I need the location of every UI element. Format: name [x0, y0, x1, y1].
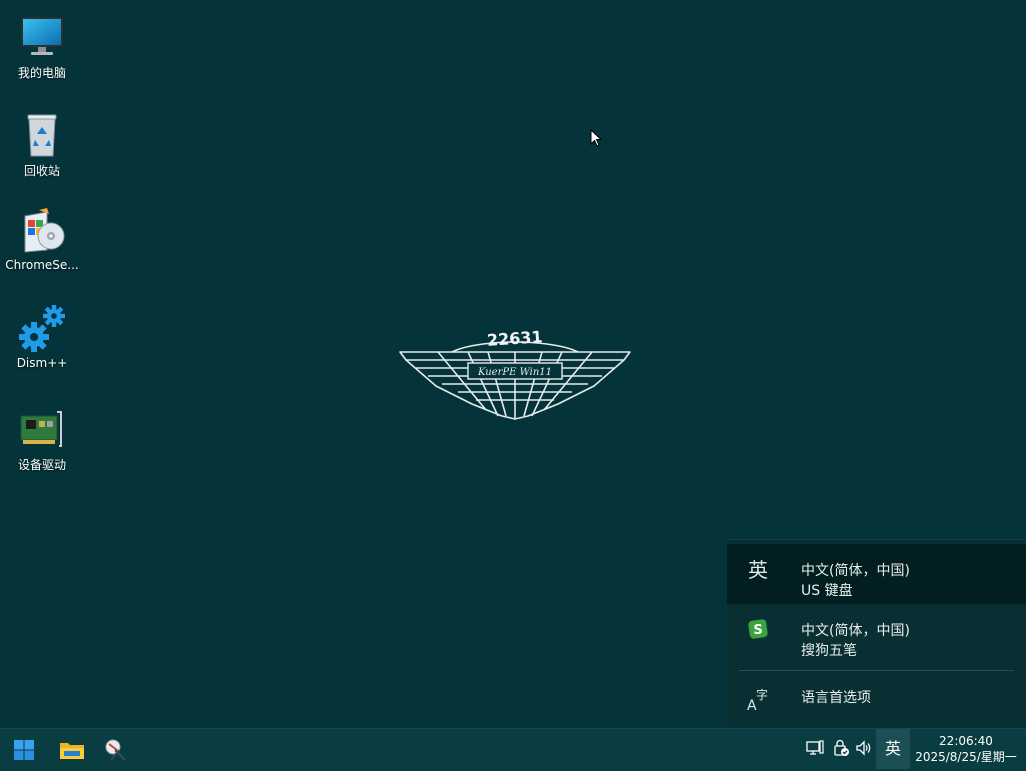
input-method-flyout: 英 中文(简体，中国) US 键盘 S 中文(简体，中国) 搜狗五笔 A 字 语: [727, 539, 1026, 729]
recycle-bin-icon: [17, 110, 67, 160]
ime-language-label: 中文(简体，中国): [801, 563, 910, 579]
english-mode-icon: 英: [748, 558, 768, 582]
ime-keyboard-label: US 键盘: [801, 583, 853, 599]
network-icon[interactable]: [806, 739, 824, 757]
desktop-icon-label: ChromeSe...: [5, 258, 79, 272]
windows-start-icon: [14, 740, 34, 760]
snipping-tool-icon: [105, 739, 126, 761]
kuerpe-wings-logo: KuerPE Win11 22631: [398, 322, 632, 422]
ime-item-us-keyboard[interactable]: 英 中文(简体，中国) US 键盘: [727, 544, 1026, 604]
clock-time: 22:06:40: [939, 734, 993, 748]
logo-number: 22631: [486, 327, 543, 350]
desktop-icon-label: 设备驱动: [17, 458, 66, 472]
security-icon[interactable]: [832, 739, 850, 757]
computer-icon: [17, 12, 67, 62]
desktop-icon-device-drivers[interactable]: 设备驱动: [4, 398, 80, 484]
volume-icon[interactable]: [855, 739, 873, 757]
language-preferences-link[interactable]: A 字 语言首选项: [727, 674, 1026, 724]
language-settings-icon: A 字: [746, 686, 772, 714]
desktop-icon-label: 我的电脑: [17, 66, 66, 80]
mouse-cursor-icon: [590, 128, 603, 147]
gears-icon: [17, 304, 67, 354]
installer-icon: [17, 206, 67, 256]
svg-text:字: 字: [756, 687, 768, 702]
file-explorer-icon: [60, 743, 84, 759]
desktop: 我的电脑 回收站 ChromeSe... Dism++ 设备驱动 KuerPE …: [0, 0, 1026, 729]
svg-text:S: S: [753, 623, 762, 638]
desktop-icon-my-computer[interactable]: 我的电脑: [4, 6, 80, 92]
clock-date: 2025/8/25/星期一: [915, 750, 1017, 764]
pci-card-icon: [17, 404, 67, 454]
desktop-icon-label: Dism++: [16, 356, 68, 370]
ime-item-sogou-wubi[interactable]: S 中文(简体，中国) 搜狗五笔: [727, 604, 1026, 664]
logo-text: KuerPE Win11: [477, 367, 552, 378]
sogou-icon: S: [746, 618, 770, 642]
ime-keyboard-label: 搜狗五笔: [801, 643, 857, 659]
ime-language-label: 中文(简体，中国): [801, 623, 910, 639]
desktop-icon-chrome-setup[interactable]: ChromeSe...: [4, 200, 80, 286]
snipping-tool-button[interactable]: [98, 733, 134, 767]
desktop-icon-dism[interactable]: Dism++: [4, 298, 80, 384]
ime-divider: [739, 670, 1014, 671]
language-preferences-label: 语言首选项: [801, 690, 871, 706]
input-language-indicator[interactable]: 英: [876, 729, 910, 769]
desktop-icon-recycle-bin[interactable]: 回收站: [4, 104, 80, 190]
taskbar: 英 22:06:40 2025/8/25/星期一: [0, 728, 1026, 771]
desktop-icon-label: 回收站: [23, 164, 60, 178]
taskbar-clock[interactable]: 22:06:40 2025/8/25/星期一: [912, 733, 1020, 765]
file-explorer-button[interactable]: [54, 733, 90, 767]
start-button[interactable]: [6, 733, 42, 767]
